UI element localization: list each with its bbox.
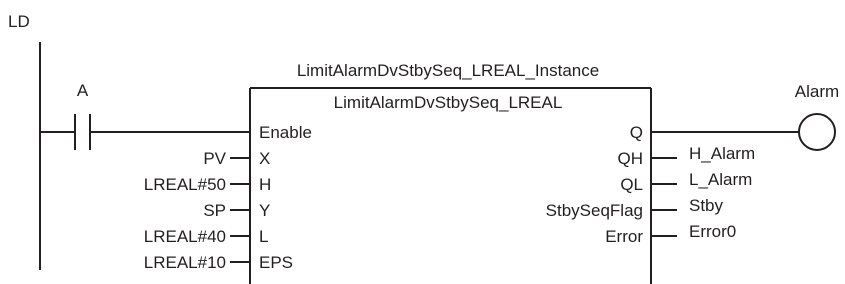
output-argument-label: Error0 bbox=[689, 222, 736, 241]
coil-icon bbox=[798, 113, 836, 151]
input-pin-name: X bbox=[259, 149, 270, 168]
input-pins: Enable X PV H LREAL#50 Y SP L LREAL#40 EPS LREAL#1… bbox=[144, 123, 312, 272]
input-pin-name: Enable bbox=[259, 123, 312, 142]
instance-name: LimitAlarmDvStbySeq_LREAL_Instance bbox=[297, 61, 599, 80]
output-argument-label: Stby bbox=[689, 196, 724, 215]
input-argument-label: LREAL#40 bbox=[144, 227, 226, 246]
input-argument-label: SP bbox=[203, 201, 226, 220]
input-argument-label: LREAL#50 bbox=[144, 175, 226, 194]
function-block[interactable]: LimitAlarmDvStbySeq_LREAL bbox=[249, 87, 652, 284]
output-pin-name: StbySeqFlag bbox=[546, 201, 643, 220]
output-pin-name: Q bbox=[630, 123, 643, 142]
alarm-coil[interactable]: Alarm bbox=[651, 82, 839, 151]
ladder-diagram: LD A LimitAlarmDvStbySeq_LREAL_Instance … bbox=[8, 12, 839, 284]
output-pin-name: QH bbox=[618, 149, 644, 168]
output-argument-label: H_Alarm bbox=[689, 144, 755, 163]
input-pin-name: H bbox=[259, 175, 271, 194]
output-pin-name: QL bbox=[620, 175, 643, 194]
input-argument-label: LREAL#10 bbox=[144, 253, 226, 272]
language-label: LD bbox=[8, 12, 30, 31]
contact-a[interactable]: A bbox=[40, 81, 250, 150]
output-argument-label: L_Alarm bbox=[689, 170, 752, 189]
contact-label: A bbox=[77, 81, 89, 100]
input-pin-name: EPS bbox=[259, 253, 293, 272]
input-pin-name: Y bbox=[259, 201, 270, 220]
input-argument-label: PV bbox=[203, 149, 226, 168]
input-pin-name: L bbox=[259, 227, 268, 246]
block-type-name: LimitAlarmDvStbySeq_LREAL bbox=[334, 93, 563, 112]
output-pin-name: Error bbox=[605, 227, 643, 246]
coil-label: Alarm bbox=[795, 82, 839, 101]
